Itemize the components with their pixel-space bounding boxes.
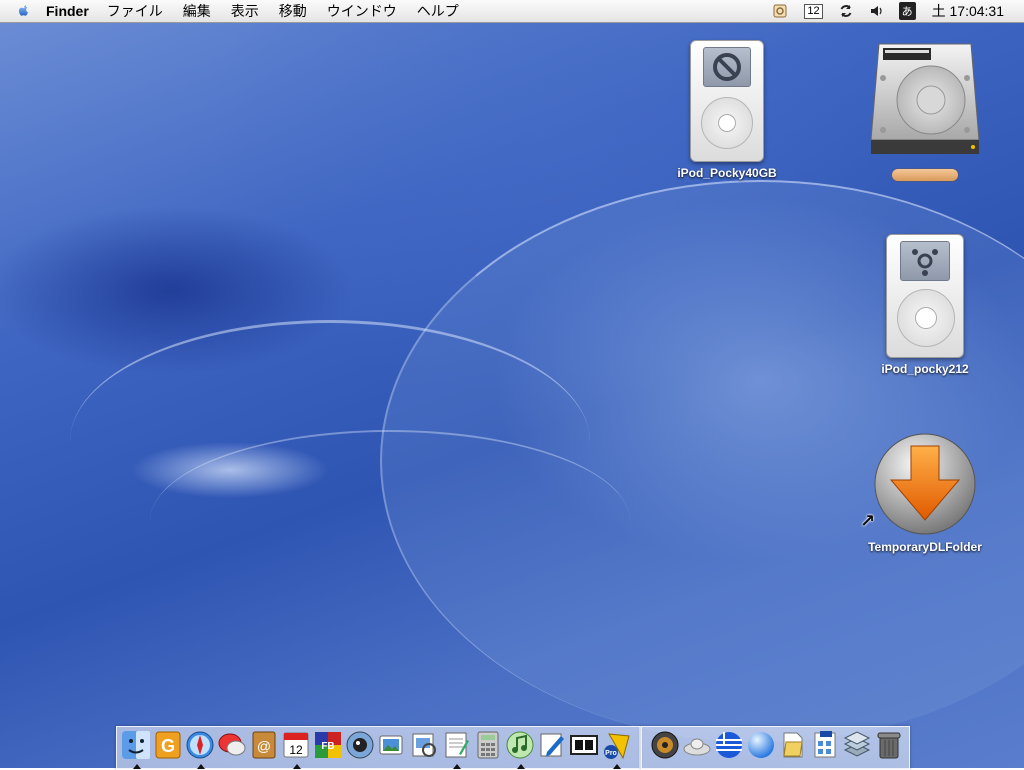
menu-window[interactable]: ウインドウ bbox=[327, 1, 397, 21]
finder-icon[interactable] bbox=[121, 730, 151, 769]
svg-text:G: G bbox=[161, 736, 175, 756]
prohibited-icon bbox=[713, 53, 741, 81]
calculator-icon[interactable] bbox=[473, 730, 503, 760]
input-method-icon[interactable]: あ bbox=[898, 2, 916, 20]
safari-compass-icon[interactable] bbox=[185, 730, 215, 769]
textedit-icon[interactable] bbox=[441, 730, 471, 769]
download-arrow-icon bbox=[874, 433, 976, 535]
desktop-icon-ipod-pocky40gb[interactable]: iPod_Pocky40GB bbox=[672, 40, 782, 180]
grab-g-icon[interactable]: G bbox=[153, 730, 183, 760]
pro-app-icon[interactable]: Pro bbox=[601, 730, 631, 769]
wallpaper-swoosh bbox=[150, 430, 630, 612]
running-indicator bbox=[133, 764, 141, 769]
menu-extras: 12 あ 土 17:04:31 bbox=[772, 0, 1024, 22]
document-folder-icon[interactable] bbox=[778, 730, 808, 760]
writing-pen-icon[interactable] bbox=[537, 730, 567, 760]
ipod-icon bbox=[886, 234, 964, 358]
menu-go[interactable]: 移動 bbox=[279, 1, 307, 21]
desktop-icon-ipod-pocky212[interactable]: iPod_pocky212 bbox=[865, 234, 985, 376]
svg-text:12: 12 bbox=[289, 743, 303, 757]
glass-sphere-icon[interactable] bbox=[746, 730, 776, 760]
desktop-icon-label: iPod_Pocky40GB bbox=[677, 166, 777, 180]
script-menu-icon[interactable] bbox=[772, 3, 788, 19]
alias-arrow-icon: ↗ bbox=[860, 511, 876, 531]
svg-text:Pro: Pro bbox=[605, 750, 617, 757]
hard-drive-icon bbox=[870, 43, 980, 154]
svg-text:@: @ bbox=[257, 738, 271, 754]
cloud-disk-icon[interactable] bbox=[682, 730, 712, 760]
fb-app-icon[interactable]: FB bbox=[313, 730, 343, 760]
volume-icon[interactable] bbox=[869, 4, 883, 18]
running-indicator bbox=[293, 764, 301, 769]
menu-edit[interactable]: 編集 bbox=[183, 1, 211, 21]
apple-menu-icon[interactable] bbox=[16, 3, 32, 19]
ichat-icon[interactable] bbox=[217, 730, 247, 760]
svg-text:FB: FB bbox=[321, 741, 334, 752]
desktop-icon-temporarydlfolder[interactable]: ↗ TemporaryDLFolder bbox=[860, 432, 990, 554]
menu-help[interactable]: ヘルプ bbox=[417, 1, 459, 21]
running-indicator bbox=[517, 764, 525, 769]
site-document-icon[interactable] bbox=[810, 730, 840, 760]
sync-icon[interactable] bbox=[839, 4, 853, 18]
iphoto-icon[interactable] bbox=[377, 730, 407, 760]
running-indicator bbox=[613, 764, 621, 769]
ical-date-extra[interactable]: 12 bbox=[804, 3, 823, 19]
address-book-icon[interactable]: @ bbox=[249, 730, 279, 760]
itunes-camera-icon[interactable] bbox=[345, 730, 375, 760]
menu-bar: Finder ファイル 編集 表示 移動 ウインドウ ヘルプ 12 あ 土 17… bbox=[0, 0, 1024, 23]
menu-file[interactable]: ファイル bbox=[107, 1, 163, 21]
trash-icon[interactable] bbox=[874, 730, 904, 760]
dictionary-icon[interactable] bbox=[569, 730, 599, 760]
desktop-icon-label: iPod_pocky212 bbox=[881, 362, 969, 376]
dock-documents bbox=[641, 726, 910, 770]
preview-icon[interactable] bbox=[409, 730, 439, 760]
itunes-icon[interactable] bbox=[505, 730, 535, 769]
menu-clock[interactable]: 土 17:04:31 bbox=[932, 1, 1004, 21]
speaker-icon[interactable] bbox=[650, 730, 680, 760]
desktop-icon-label: TemporaryDLFolder bbox=[868, 540, 982, 554]
desktop-icon-hard-drive[interactable] bbox=[866, 40, 984, 181]
menu-app-finder[interactable]: Finder bbox=[46, 3, 89, 19]
firewire-icon bbox=[912, 249, 938, 276]
ical-icon[interactable]: 12 bbox=[281, 730, 311, 769]
running-indicator bbox=[197, 764, 205, 769]
greek-flag-icon[interactable] bbox=[714, 730, 744, 760]
hard-drive-label-highlight bbox=[892, 169, 958, 181]
ipod-icon bbox=[690, 40, 764, 162]
menu-view[interactable]: 表示 bbox=[231, 1, 259, 21]
dock-applications: G @ 12 FB Pro bbox=[116, 726, 641, 770]
running-indicator bbox=[453, 764, 461, 769]
stacked-books-icon[interactable] bbox=[842, 730, 872, 760]
